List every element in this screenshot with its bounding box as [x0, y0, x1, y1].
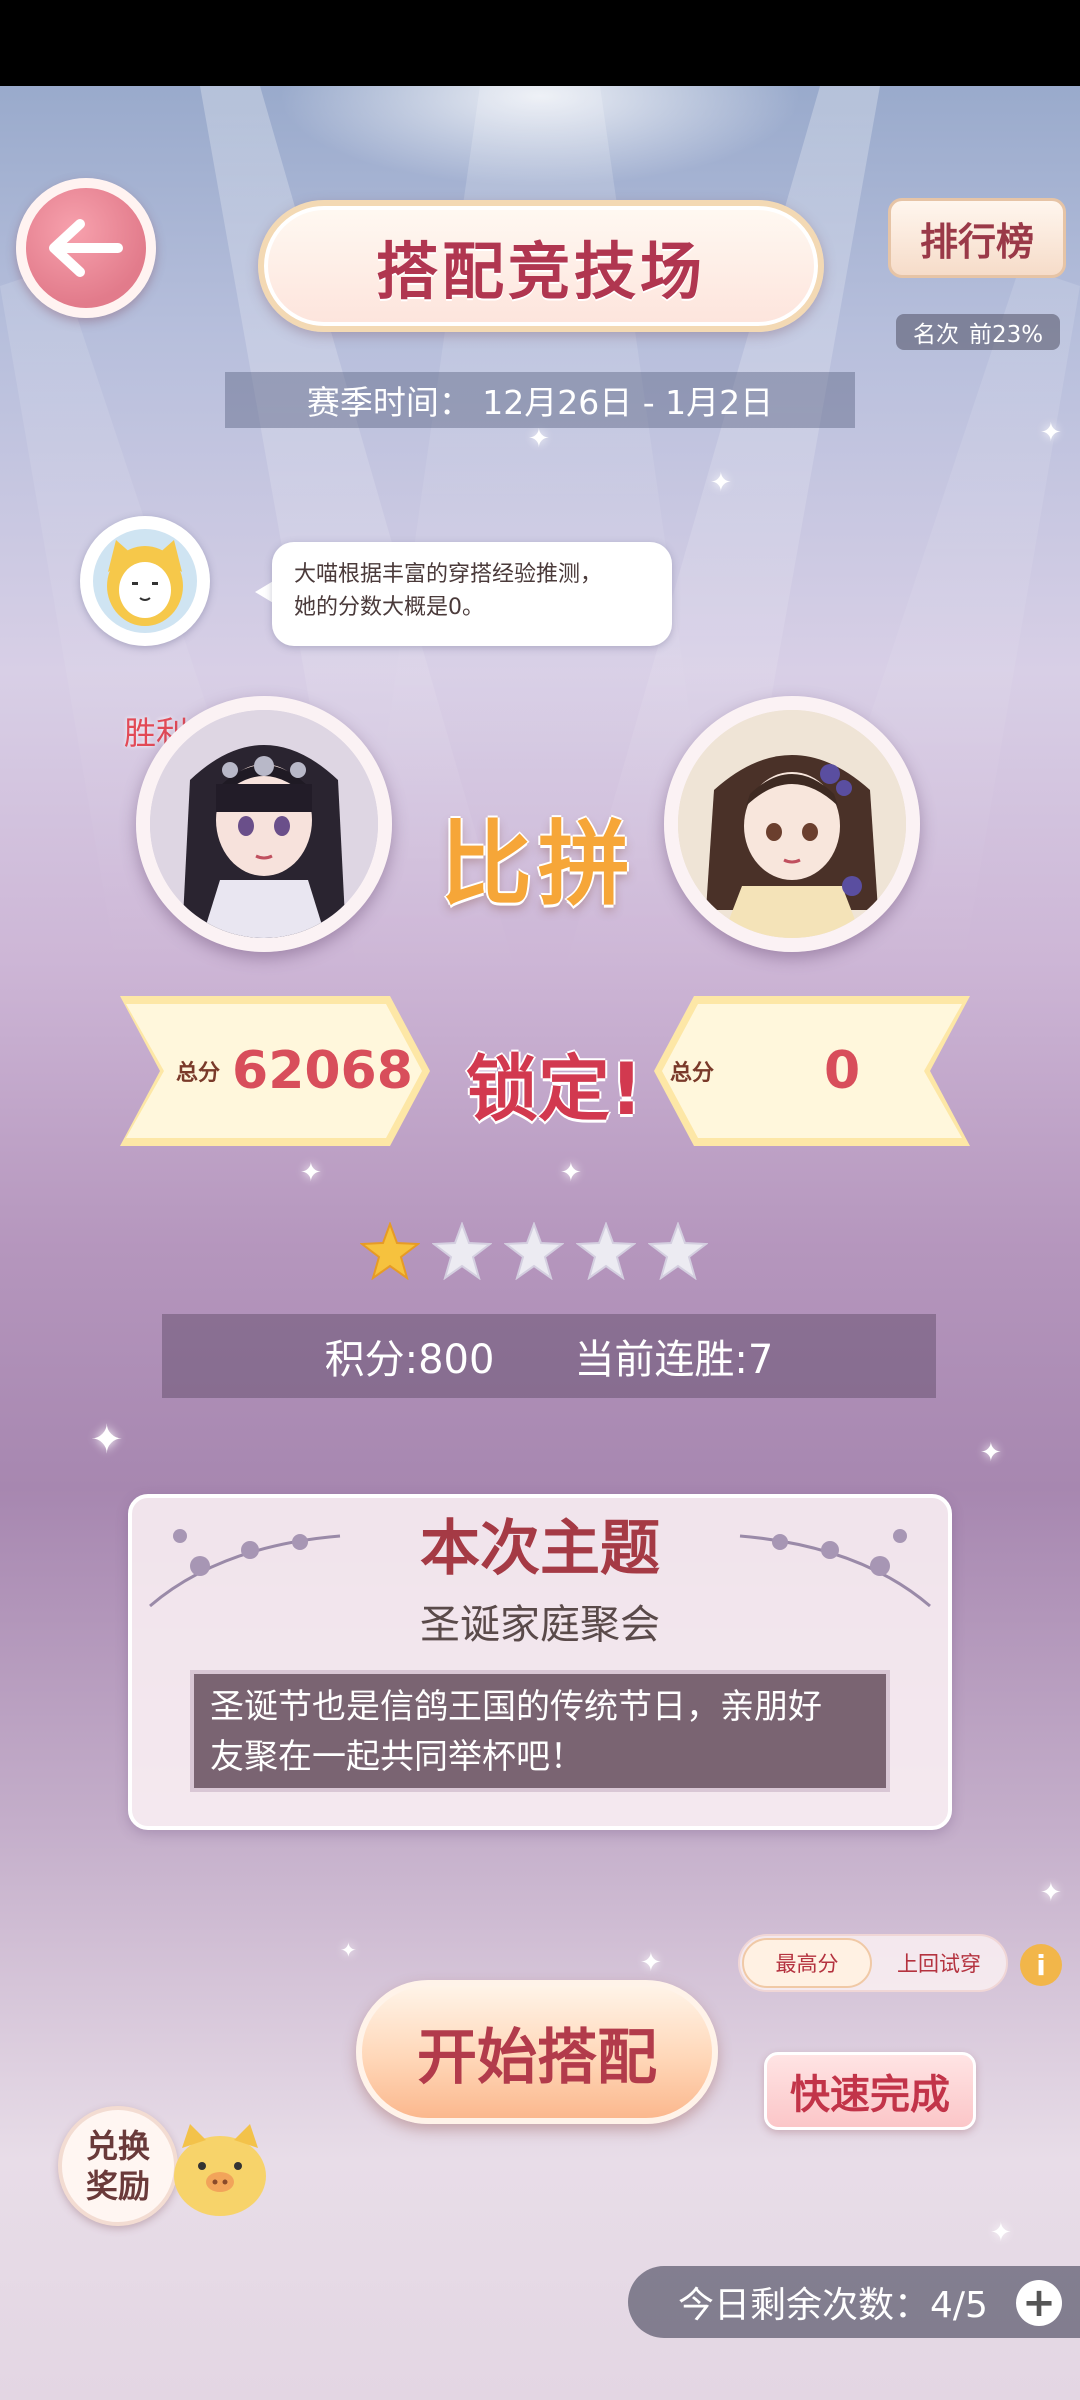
- rank-label: 名次: [912, 322, 959, 348]
- exchange-label-line2: 奖励: [85, 2167, 150, 2205]
- status-bar: [0, 0, 1080, 86]
- opponent-score-banner: 总分 0: [654, 996, 970, 1146]
- brown-hair-girl-avatar: [678, 710, 906, 938]
- sparkle-icon: ✦: [300, 1158, 322, 1188]
- exchange-label-line1: 兑换: [85, 2127, 150, 2165]
- hint-text-line2: 她的分数大概是0。: [294, 595, 484, 620]
- add-attempts-button[interactable]: +: [1016, 2280, 1062, 2326]
- theme-heading: 本次主题: [420, 1514, 660, 1584]
- sparkle-icon: ✦: [528, 424, 550, 454]
- toggle-last-outfit[interactable]: 上回试穿: [872, 1948, 1006, 1978]
- start-button[interactable]: 开始搭配: [356, 1980, 718, 2124]
- title-plaque: 搭配竞技场: [258, 200, 824, 332]
- star-empty-icon: [504, 1222, 564, 1280]
- sparkle-icon: ✦: [560, 1158, 582, 1188]
- player-score-value: 62068: [232, 1041, 413, 1101]
- sparkle-icon: ✦: [980, 1438, 1002, 1468]
- rank-value: 前23%: [968, 322, 1044, 348]
- page-title: 搭配竞技场: [375, 235, 706, 308]
- points-text: 积分:800: [324, 1337, 495, 1383]
- season-time: 赛季时间： 12月26日 - 1月2日: [225, 372, 855, 428]
- star-empty-icon: [432, 1222, 492, 1280]
- opponent-score-label: 总分: [670, 1061, 715, 1086]
- hint-bubble: 大喵根据丰富的穿搭经验推测， 她的分数大概是0。: [272, 542, 672, 646]
- sparkle-icon: ✦: [710, 468, 732, 498]
- player-score-label: 总分: [176, 1061, 221, 1086]
- sparkle-icon: ✦: [90, 1417, 124, 1463]
- star-empty-icon: [648, 1222, 708, 1280]
- remaining-attempts: 今日剩余次数：4/5: [628, 2266, 1080, 2338]
- sparkle-icon: ✦: [340, 1938, 357, 1962]
- vs-label: 比拼: [440, 811, 637, 918]
- player-portrait: [136, 696, 392, 952]
- pig-mascot-icon: [174, 2124, 266, 2216]
- sparkle-icon: ✦: [1040, 1878, 1062, 1908]
- star-rating: [360, 1222, 708, 1280]
- streak-text: 当前连胜:7: [574, 1337, 774, 1383]
- info-icon[interactable]: i: [1020, 1944, 1062, 1986]
- theme-desc-line1: 圣诞节也是信鸽王国的传统节日，亲朋好: [210, 1687, 822, 1727]
- lock-label: 锁定!: [466, 1047, 643, 1131]
- player-score-banner: 总分 62068: [120, 996, 430, 1146]
- score-mode-toggle[interactable]: 最高分 上回试穿: [738, 1934, 1008, 1992]
- arrow-left-icon: [49, 219, 123, 277]
- toggle-best-score[interactable]: 最高分: [742, 1938, 872, 1988]
- theme-desc-line2: 友聚在一起共同举杯吧！: [210, 1737, 584, 1777]
- opponent-score-value: 0: [824, 1041, 861, 1101]
- star-filled-icon: [360, 1222, 420, 1280]
- hint-text-line1: 大喵根据丰富的穿搭经验推测，: [294, 562, 603, 587]
- cat-mascot-icon: [93, 529, 197, 633]
- leaderboard-button[interactable]: 排行榜: [888, 198, 1066, 278]
- star-empty-icon: [576, 1222, 636, 1280]
- back-button[interactable]: [16, 178, 156, 318]
- opponent-portrait: [664, 696, 920, 952]
- rank-badge: 名次 前23%: [896, 314, 1060, 350]
- sparkle-icon: ✦: [1040, 418, 1062, 448]
- dark-hair-girl-avatar: [150, 710, 378, 938]
- theme-description: 圣诞节也是信鸽王国的传统节日，亲朋好 友聚在一起共同举杯吧！: [190, 1670, 890, 1792]
- stats-bar: 积分:800 当前连胜:7: [162, 1314, 936, 1398]
- sparkle-icon: ✦: [640, 1948, 662, 1978]
- quick-complete-button[interactable]: 快速完成: [764, 2052, 976, 2130]
- theme-name: 圣诞家庭聚会: [420, 1602, 660, 1648]
- cat-avatar: [80, 516, 210, 646]
- sparkle-icon: ✦: [990, 2218, 1012, 2248]
